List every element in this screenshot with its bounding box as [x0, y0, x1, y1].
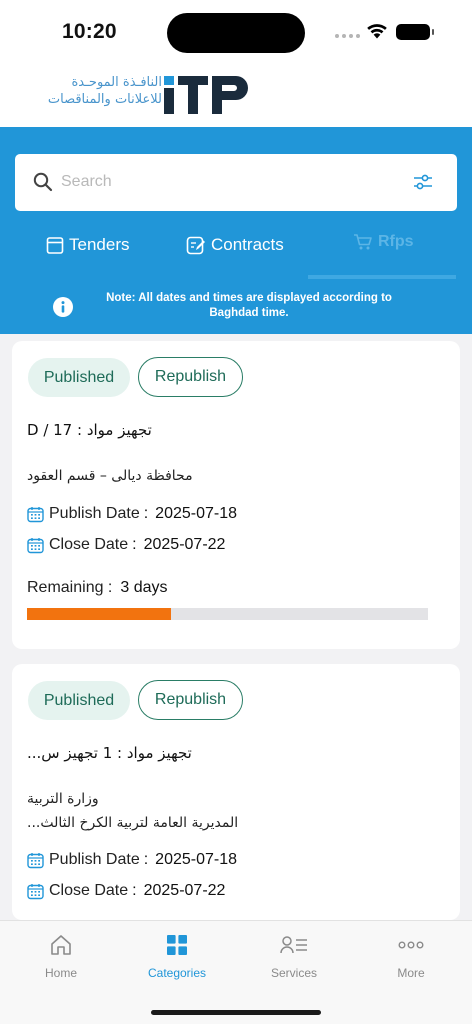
tab-contracts-label: Contracts	[211, 235, 284, 254]
nav-home-label: Home	[44, 966, 77, 980]
filter-sliders-icon[interactable]	[412, 172, 434, 192]
tender-card[interactable]: Published Republish تجهيز مواد : D / 17 …	[12, 341, 460, 649]
tab-bar: Tenders Contracts Rfps	[0, 227, 472, 283]
publish-date-value: 2025-07-18	[155, 505, 238, 522]
close-date-value: 2025-07-22	[143, 882, 226, 899]
close-date-label: Close Date	[49, 536, 129, 553]
tab-rfps[interactable]: Rfps	[353, 233, 414, 251]
tab-rfps-label: Rfps	[378, 233, 414, 250]
timezone-note: Note: All dates and times are displayed …	[0, 289, 472, 325]
battery-icon	[396, 24, 434, 40]
calendar-icon	[27, 537, 44, 554]
remaining-progress-fill	[27, 608, 172, 620]
dynamic-island	[167, 13, 305, 53]
publish-date-value: 2025-07-18	[155, 851, 238, 868]
bottom-nav: Home Categories Services More	[0, 920, 472, 1024]
search-input[interactable]	[61, 166, 361, 198]
search-bar[interactable]	[15, 154, 457, 211]
publish-date-label: Publish Date	[49, 851, 140, 868]
tender-organization: وزارة التربية	[27, 791, 99, 807]
publish-date-row: Publish Date: 2025-07-18	[27, 851, 237, 869]
logo-arabic-line1: النافـذة الموحـدة	[71, 75, 162, 90]
user-list-icon	[280, 936, 307, 954]
tender-department: المديرية العامة لتربية الكرخ الثالث...	[27, 815, 239, 831]
wifi-icon	[367, 24, 387, 39]
home-indicator	[151, 1010, 321, 1015]
remaining-row: Remaining : 3 days	[27, 579, 168, 597]
cellular-signal-icon	[335, 34, 360, 38]
remaining-value: 3 days	[120, 579, 168, 596]
publish-date-label: Publish Date	[49, 505, 140, 522]
itp-logo	[164, 76, 248, 114]
remaining-label: Remaining :	[27, 579, 113, 596]
nav-more[interactable]: More	[352, 931, 470, 980]
tab-tenders[interactable]: Tenders	[46, 235, 129, 255]
nav-categories[interactable]: Categories	[118, 931, 236, 980]
calendar-icon	[27, 506, 44, 523]
search-icon	[33, 172, 53, 192]
close-date-value: 2025-07-22	[143, 536, 226, 553]
nav-services[interactable]: Services	[235, 931, 353, 980]
close-date-row: Close Date: 2025-07-22	[27, 882, 225, 900]
cart-icon	[354, 234, 372, 250]
logo-arabic-line2: للاعلانات والمناقصات	[47, 92, 162, 107]
status-bar: 10:20	[0, 0, 472, 64]
nav-home[interactable]: Home	[2, 931, 120, 980]
nav-services-label: Services	[270, 966, 317, 980]
nav-categories-label: Categories	[147, 966, 207, 980]
tender-title: تجهيز مواد : D / 17	[27, 421, 152, 439]
status-badge: Published	[28, 358, 130, 397]
close-date-label: Close Date	[49, 882, 129, 899]
home-icon	[51, 935, 71, 955]
publish-date-row: Publish Date: 2025-07-18	[27, 505, 237, 523]
remaining-progress-bar	[27, 608, 428, 620]
grid-icon	[167, 935, 187, 955]
more-dots-icon	[398, 941, 424, 949]
tab-tenders-label: Tenders	[69, 235, 130, 254]
close-date-row: Close Date: 2025-07-22	[27, 536, 225, 554]
tab-active-indicator	[308, 275, 456, 279]
logo-arabic-text: النافـذة الموحـدة للاعلانات والمناقصات	[14, 74, 162, 108]
status-time: 10:20	[62, 20, 117, 43]
box-icon	[46, 236, 64, 254]
note-text: Note: All dates and times are displayed …	[106, 292, 392, 319]
republish-button[interactable]: Republish	[138, 680, 243, 720]
calendar-icon	[27, 852, 44, 869]
status-badge: Published	[28, 681, 130, 720]
nav-more-label: More	[397, 966, 425, 980]
contract-edit-icon	[186, 236, 205, 255]
info-icon	[53, 297, 73, 317]
header-panel: Tenders Contracts Rfps No	[0, 127, 472, 334]
logo-bar: النافـذة الموحـدة للاعلانات والمناقصات	[0, 64, 472, 127]
tender-card[interactable]: Published Republish تجهيز مواد : 1 تجهيز…	[12, 664, 460, 920]
calendar-icon	[27, 883, 44, 900]
tender-title: تجهيز مواد : 1 تجهيز س...	[27, 744, 192, 762]
tender-organization: محافظة ديالى – قسم العقود	[27, 468, 193, 484]
republish-button[interactable]: Republish	[138, 357, 243, 397]
tab-contracts[interactable]: Contracts	[186, 235, 284, 255]
